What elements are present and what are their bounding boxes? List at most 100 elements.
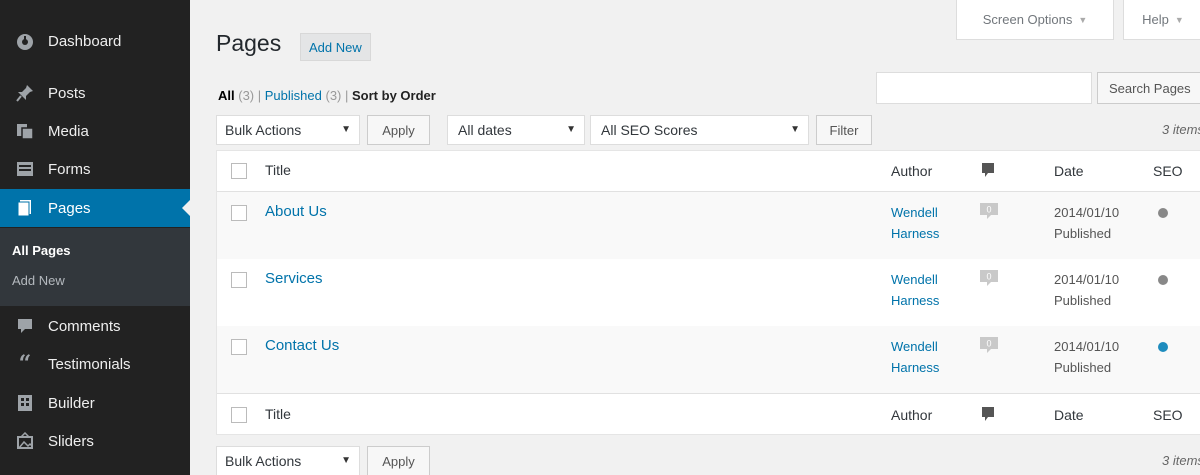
filter-published[interactable]: Published xyxy=(265,88,322,103)
sidebar-item-testimonials[interactable]: “ Testimonials xyxy=(0,345,190,383)
row-date: 2014/01/10 Published xyxy=(1054,269,1119,311)
author-first: Wendell xyxy=(891,205,938,220)
quote-icon: “ xyxy=(18,351,32,377)
caret-down-icon: ▼ xyxy=(566,124,576,135)
comments-column-icon[interactable] xyxy=(980,406,1000,424)
help-label: Help xyxy=(1142,12,1169,27)
filter-button[interactable]: Filter xyxy=(816,115,872,145)
search-pages-button[interactable]: Search Pages xyxy=(1097,72,1200,104)
select-all-checkbox[interactable] xyxy=(231,407,247,423)
screen-options-button[interactable]: Screen Options ▼ xyxy=(956,0,1114,40)
sidebar-item-posts[interactable]: Posts xyxy=(0,74,190,112)
comments-column-icon[interactable] xyxy=(980,162,1000,180)
date-value: 2014/01/10 xyxy=(1054,339,1120,354)
bulk-actions-select-bottom[interactable]: Bulk Actions ▼ xyxy=(216,446,360,475)
add-new-button[interactable]: Add New xyxy=(300,33,371,61)
comments-icon xyxy=(15,316,35,336)
column-seo[interactable]: SEO xyxy=(1153,407,1183,423)
triangle-down-icon: ▼ xyxy=(1174,14,1184,25)
status-value: Published xyxy=(1054,360,1112,375)
comment-count: 0 xyxy=(986,272,991,282)
row-author[interactable]: Wendell Harness xyxy=(891,202,939,244)
forms-icon xyxy=(15,159,35,179)
select-all-checkbox[interactable] xyxy=(231,163,247,179)
sidebar-item-sliders[interactable]: Sliders xyxy=(0,422,190,460)
sidebar-item-label: Dashboard xyxy=(48,32,122,50)
current-indicator xyxy=(182,200,190,216)
comment-count: 0 xyxy=(986,205,991,215)
caret-down-icon: ▼ xyxy=(341,124,351,135)
screen-options-label: Screen Options xyxy=(982,12,1073,27)
items-count-bottom: 3 items xyxy=(1162,453,1200,468)
status-value: Published xyxy=(1054,293,1112,308)
filter-published-count: (3) xyxy=(325,88,342,103)
apply-button[interactable]: Apply xyxy=(367,115,430,145)
admin-sidebar: Dashboard Posts Media Forms Pages All Pa… xyxy=(0,0,190,475)
comment-count-icon[interactable]: 0 xyxy=(979,202,999,220)
date-value: 2014/01/10 xyxy=(1054,205,1120,220)
column-seo[interactable]: SEO xyxy=(1153,163,1183,179)
row-author[interactable]: Wendell Harness xyxy=(891,269,939,311)
sidebar-item-label: Comments xyxy=(48,317,121,335)
status-value: Published xyxy=(1054,226,1112,241)
apply-button-bottom[interactable]: Apply xyxy=(367,446,430,475)
column-title[interactable]: Title xyxy=(265,162,291,178)
filter-all[interactable]: All xyxy=(218,88,235,103)
sidebar-item-label: Forms xyxy=(48,160,91,178)
date-value: 2014/01/10 xyxy=(1054,272,1120,287)
filter-sort-by-order[interactable]: Sort by Order xyxy=(352,88,436,103)
row-title-link[interactable]: About Us xyxy=(265,203,327,220)
column-date[interactable]: Date xyxy=(1054,163,1084,179)
seo-scores-value: All SEO Scores xyxy=(601,122,698,138)
seo-status-dot xyxy=(1158,342,1168,352)
row-title-link[interactable]: Services xyxy=(265,270,323,287)
table-footer-row: Title Author Date SEO xyxy=(217,393,1200,435)
sidebar-item-label: Pages xyxy=(48,199,91,217)
author-last: Harness xyxy=(891,226,940,241)
table-header-row: Title Author Date SEO xyxy=(217,151,1200,192)
sidebar-item-label: Media xyxy=(48,122,89,140)
sidebar-item-comments[interactable]: Comments xyxy=(0,307,190,345)
dates-value: All dates xyxy=(458,122,512,138)
comment-count-icon[interactable]: 0 xyxy=(979,269,999,287)
sidebar-item-media[interactable]: Media xyxy=(0,112,190,150)
row-title-link[interactable]: Contact Us xyxy=(265,337,339,354)
comment-count: 0 xyxy=(986,339,991,349)
seo-status-dot xyxy=(1158,275,1168,285)
bulk-actions-select[interactable]: Bulk Actions ▼ xyxy=(216,115,360,145)
bulk-actions-value: Bulk Actions xyxy=(225,122,302,138)
column-date[interactable]: Date xyxy=(1054,407,1084,423)
dates-select[interactable]: All dates ▼ xyxy=(447,115,585,145)
help-button[interactable]: Help ▼ xyxy=(1123,0,1200,40)
author-last: Harness xyxy=(891,360,940,375)
row-checkbox[interactable] xyxy=(231,272,247,288)
column-title[interactable]: Title xyxy=(265,406,291,422)
row-checkbox[interactable] xyxy=(231,339,247,355)
seo-scores-select[interactable]: All SEO Scores ▼ xyxy=(590,115,809,145)
pages-submenu: All Pages Add New xyxy=(0,228,190,306)
bulk-actions-value: Bulk Actions xyxy=(225,453,302,469)
caret-down-icon: ▼ xyxy=(341,455,351,466)
sidebar-item-dashboard[interactable]: Dashboard xyxy=(0,22,190,60)
table-row: Contact Us Wendell Harness 0 2014/01/10 … xyxy=(217,326,1200,393)
comment-count-icon[interactable]: 0 xyxy=(979,336,999,354)
submenu-all-pages[interactable]: All Pages xyxy=(12,243,71,258)
triangle-down-icon: ▼ xyxy=(1078,14,1088,25)
sidebar-item-label: Testimonials xyxy=(48,355,131,373)
row-author[interactable]: Wendell Harness xyxy=(891,336,939,378)
row-checkbox[interactable] xyxy=(231,205,247,221)
builder-icon xyxy=(15,393,35,413)
author-first: Wendell xyxy=(891,272,938,287)
author-first: Wendell xyxy=(891,339,938,354)
sidebar-item-pages[interactable]: Pages xyxy=(0,189,190,227)
media-icon xyxy=(15,121,35,141)
submenu-add-new[interactable]: Add New xyxy=(12,273,65,288)
sidebar-item-builder[interactable]: Builder xyxy=(0,384,190,422)
pin-icon xyxy=(15,83,35,103)
search-input[interactable] xyxy=(876,72,1092,104)
items-count-top: 3 items xyxy=(1162,122,1200,137)
column-author: Author xyxy=(891,407,933,423)
column-author: Author xyxy=(891,163,933,179)
sidebar-item-label: Builder xyxy=(48,394,95,412)
sidebar-item-forms[interactable]: Forms xyxy=(0,150,190,188)
